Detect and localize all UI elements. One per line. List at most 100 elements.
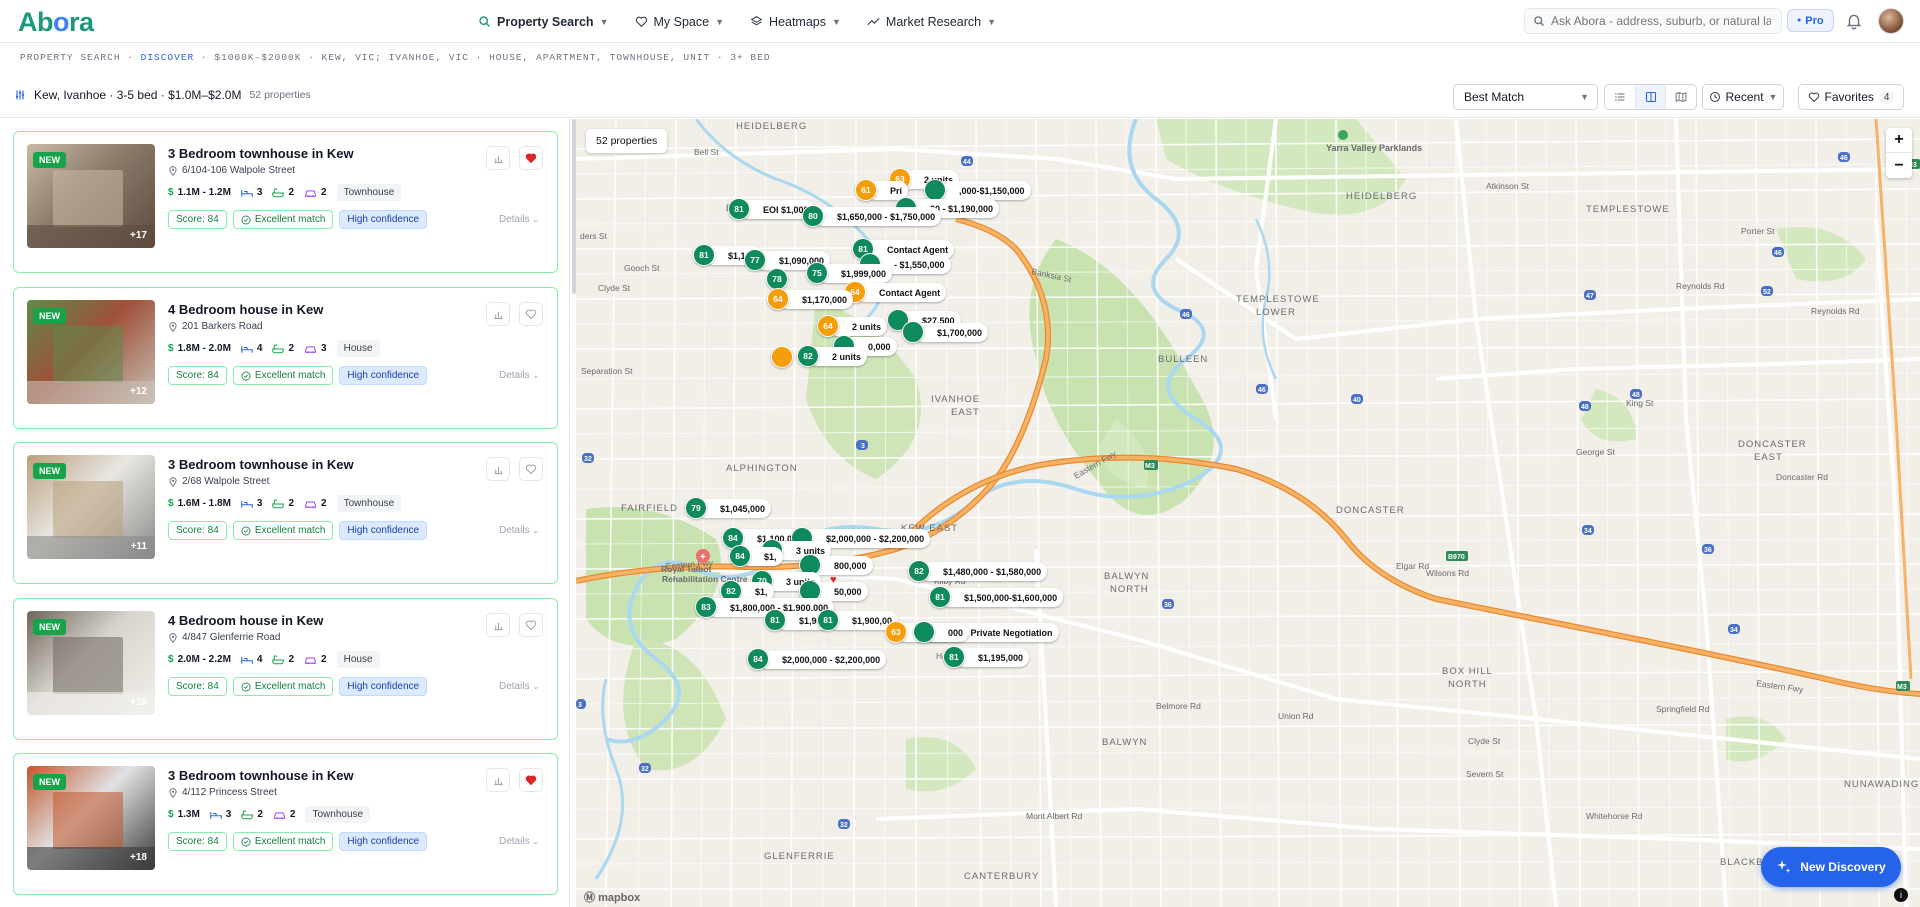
- compare-button[interactable]: [486, 768, 510, 792]
- new-discovery-button[interactable]: New Discovery: [1761, 847, 1901, 887]
- score-marker[interactable]: 81: [693, 244, 715, 266]
- listing-card[interactable]: NEW +17 3 Bedroom townhouse in Kew 6/104…: [13, 131, 558, 273]
- bell-icon[interactable]: [1845, 12, 1863, 30]
- details-toggle[interactable]: Details ⌄: [499, 214, 539, 225]
- score-marker[interactable]: [913, 621, 935, 643]
- listing-title[interactable]: 3 Bedroom townhouse in Kew: [168, 768, 354, 783]
- details-toggle[interactable]: Details ⌄: [499, 836, 539, 847]
- listing-card[interactable]: NEW +11 3 Bedroom townhouse in Kew 2/68 …: [13, 442, 558, 584]
- score-marker[interactable]: 80: [802, 205, 824, 227]
- favorites-button[interactable]: Favorites 4: [1798, 84, 1904, 110]
- score-marker[interactable]: 75: [806, 262, 828, 284]
- compare-button[interactable]: [486, 457, 510, 481]
- favorite-button[interactable]: [519, 613, 543, 637]
- score-marker[interactable]: 81: [943, 646, 965, 668]
- score-marker[interactable]: 78: [766, 268, 788, 290]
- favorite-button[interactable]: [519, 146, 543, 170]
- split-view-button[interactable]: [1635, 85, 1667, 109]
- app-logo[interactable]: Abora: [18, 7, 94, 38]
- global-search[interactable]: [1524, 8, 1782, 34]
- price-pill[interactable]: $1,170,000: [778, 290, 854, 309]
- score-marker[interactable]: 77: [744, 249, 766, 271]
- score-marker[interactable]: 64: [817, 315, 839, 337]
- compare-button[interactable]: [486, 302, 510, 326]
- zoom-out-button[interactable]: −: [1886, 153, 1912, 178]
- price-pill[interactable]: $2,000,000 - $2,200,000: [758, 650, 887, 669]
- compare-button[interactable]: [486, 146, 510, 170]
- svg-text:52: 52: [1763, 289, 1771, 296]
- sort-select[interactable]: Best Match ▼: [1453, 84, 1598, 110]
- recent-button[interactable]: Recent ▼: [1702, 84, 1784, 110]
- price-pill[interactable]: $1,045,000: [696, 499, 772, 518]
- nav-heatmaps[interactable]: Heatmaps ▼: [750, 15, 841, 29]
- favorite-button[interactable]: [519, 302, 543, 326]
- pro-badge[interactable]: ● Pro: [1787, 9, 1834, 32]
- score-marker[interactable]: 82: [797, 345, 819, 367]
- score-marker[interactable]: [924, 179, 946, 201]
- price-pill[interactable]: $1,195,000: [954, 648, 1030, 667]
- chevron-down-icon: ▼: [1768, 92, 1778, 102]
- favorite-button[interactable]: [519, 457, 543, 481]
- score-marker[interactable]: 81: [817, 609, 839, 631]
- listing-photo[interactable]: NEW +10: [27, 611, 155, 715]
- property-type: House: [336, 651, 380, 668]
- listing-title[interactable]: 3 Bedroom townhouse in Kew: [168, 457, 354, 472]
- listing-photo[interactable]: NEW +17: [27, 144, 155, 248]
- score-marker[interactable]: 81: [764, 609, 786, 631]
- price-pill[interactable]: $1,500,000-$1,600,000: [940, 588, 1064, 607]
- score-marker[interactable]: 82: [908, 560, 930, 582]
- score-marker[interactable]: 81: [929, 586, 951, 608]
- listing-photo[interactable]: NEW +12: [27, 300, 155, 404]
- car-spaces: 2: [304, 187, 327, 198]
- favorite-button[interactable]: [519, 768, 543, 792]
- favorite-heart-icon[interactable]: ♥: [830, 574, 837, 586]
- listing-photo[interactable]: NEW +18: [27, 766, 155, 870]
- score-marker[interactable]: [771, 346, 793, 368]
- score-marker[interactable]: [902, 321, 924, 343]
- listing-photo[interactable]: NEW +11: [27, 455, 155, 559]
- listing-title[interactable]: 4 Bedroom house in Kew: [168, 613, 323, 628]
- details-toggle[interactable]: Details ⌄: [499, 525, 539, 536]
- heart-icon: [1808, 92, 1819, 103]
- details-toggle[interactable]: Details ⌄: [499, 681, 539, 692]
- listing-card[interactable]: NEW +10 4 Bedroom house in Kew 4/847 Gle…: [13, 598, 558, 740]
- price-pill[interactable]: $1,700,000: [913, 323, 989, 342]
- avatar[interactable]: [1878, 8, 1904, 34]
- search-summary[interactable]: Kew, Ivanhoe · 3-5 bed · $1.0M–$2.0M 52 …: [14, 88, 311, 102]
- info-icon[interactable]: i: [1894, 888, 1908, 902]
- score-marker[interactable]: 79: [685, 497, 707, 519]
- layers-icon: [750, 16, 763, 26]
- mapbox-logo[interactable]: Ⓜ mapbox: [584, 889, 640, 905]
- zoom-in-button[interactable]: +: [1886, 128, 1912, 153]
- score-marker[interactable]: 84: [729, 545, 751, 567]
- score-marker[interactable]: 81: [728, 198, 750, 220]
- details-toggle[interactable]: Details ⌄: [499, 370, 539, 381]
- bath-icon: [241, 809, 254, 819]
- score-marker[interactable]: 83: [695, 596, 717, 618]
- price-pill[interactable]: $1,650,000 - $1,750,000: [813, 207, 942, 226]
- bed-icon: [241, 656, 253, 664]
- score-marker[interactable]: 61: [855, 179, 877, 201]
- nav-my-space[interactable]: My Space ▼: [635, 15, 724, 29]
- svg-text:Eastern Fwy: Eastern Fwy: [1756, 678, 1805, 695]
- score-marker[interactable]: 84: [747, 648, 769, 670]
- listing-title[interactable]: 3 Bedroom townhouse in Kew: [168, 146, 354, 161]
- listing-card[interactable]: NEW +18 3 Bedroom townhouse in Kew 4/112…: [13, 753, 558, 895]
- score-marker[interactable]: 63: [885, 621, 907, 643]
- pin-icon: [169, 632, 177, 643]
- list-view-button[interactable]: [1605, 85, 1636, 109]
- nav-market-research[interactable]: Market Research ▼: [867, 15, 996, 29]
- listing-card[interactable]: NEW +12 4 Bedroom house in Kew 201 Barke…: [13, 287, 558, 429]
- listing-title[interactable]: 4 Bedroom house in Kew: [168, 302, 323, 317]
- search-input[interactable]: [1551, 14, 1771, 28]
- nav-property-search[interactable]: Property Search ▼: [478, 15, 609, 29]
- price-pill[interactable]: Contact Agent: [855, 283, 947, 302]
- price-pill[interactable]: ,000-$1,150,000: [935, 181, 1031, 200]
- price-pill[interactable]: $1,480,000 - $1,580,000: [919, 562, 1048, 581]
- score-badge: Score: 84: [168, 832, 227, 851]
- map[interactable]: HEIDELBERG HEIDELBERG BELLFIELD IVANHOEE…: [576, 119, 1920, 907]
- svg-text:Clyde St: Clyde St: [1468, 736, 1501, 746]
- map-view-button[interactable]: [1666, 85, 1696, 109]
- score-marker[interactable]: 64: [767, 288, 789, 310]
- compare-button[interactable]: [486, 613, 510, 637]
